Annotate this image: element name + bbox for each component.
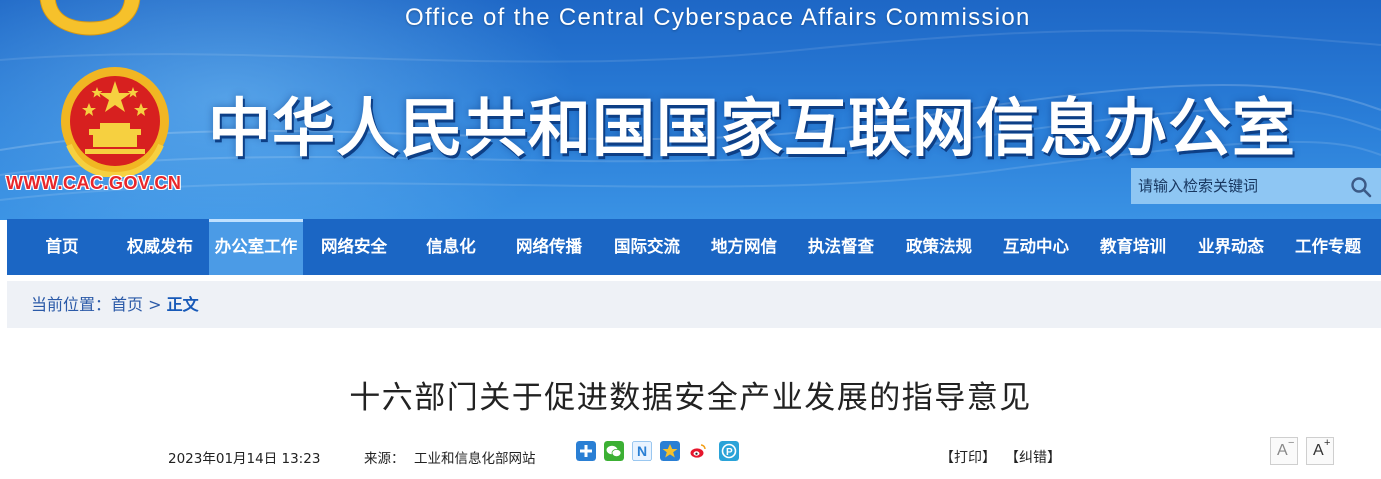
nav-item-authoritative-release[interactable]: 权威发布 (117, 219, 203, 275)
nav-item-office-work[interactable]: 办公室工作 (209, 219, 303, 275)
font-increase-button[interactable]: A + (1306, 437, 1334, 465)
qzone-icon[interactable] (660, 441, 680, 461)
article-source: 工业和信息化部网站 (414, 451, 536, 467)
emblem-top-icon (40, 0, 140, 36)
source-label: 来源： (364, 451, 405, 467)
nav-item-network-communication[interactable]: 网络传播 (506, 219, 592, 275)
nav-item-law-enforcement[interactable]: 执法督查 (798, 219, 884, 275)
search-box (1131, 168, 1381, 204)
nav-item-local-cyberspace[interactable]: 地方网信 (701, 219, 787, 275)
nav-item-policies-regulations[interactable]: 政策法规 (896, 219, 982, 275)
breadcrumb-bar: 当前位置：首页 > 正文 (7, 281, 1381, 328)
nav-item-education-training[interactable]: 教育培训 (1090, 219, 1176, 275)
nav-item-home[interactable]: 首页 (27, 219, 97, 275)
p-icon[interactable]: P (719, 441, 739, 461)
n-icon[interactable]: N (632, 441, 652, 461)
site-url[interactable]: WWW.CAC.GOV.CN (6, 173, 181, 194)
share-plus-icon[interactable] (576, 441, 596, 461)
breadcrumb-separator: > (148, 295, 162, 314)
nav-item-international-exchange[interactable]: 国际交流 (604, 219, 690, 275)
correction-link[interactable]: 【纠错】 (1005, 447, 1061, 467)
breadcrumb-prefix: 当前位置： (31, 295, 112, 314)
national-emblem-icon (61, 67, 169, 177)
svg-text:N: N (637, 443, 647, 459)
search-input[interactable] (1131, 168, 1341, 204)
breadcrumb: 当前位置：首页 > 正文 (31, 281, 199, 328)
font-decrease-button[interactable]: A − (1270, 437, 1298, 465)
breadcrumb-current: 正文 (166, 295, 199, 314)
search-icon[interactable] (1350, 176, 1372, 198)
font-decrease-label: A (1277, 442, 1288, 459)
nav-item-network-security[interactable]: 网络安全 (311, 219, 397, 275)
print-link[interactable]: 【打印】 (940, 447, 996, 467)
nav-item-work-topics[interactable]: 工作专题 (1285, 219, 1371, 275)
article-title: 十六部门关于促进数据安全产业发展的指导意见 (349, 380, 1032, 416)
main-nav: 首页 权威发布 办公室工作 网络安全 信息化 网络传播 国际交流 地方网信 执法… (7, 219, 1381, 275)
article-datetime: 2023年01月14日 13:23 (168, 451, 321, 467)
chinese-site-title: 中华人民共和国国家互联网信息办公室 (208, 92, 1296, 165)
nav-item-interaction-center[interactable]: 互动中心 (993, 219, 1079, 275)
nav-item-industry-news[interactable]: 业界动态 (1188, 219, 1274, 275)
font-increase-label: A (1313, 442, 1324, 459)
minus-icon: − (1288, 437, 1295, 449)
english-site-title: Office of the Central Cyberspace Affairs… (405, 4, 1031, 31)
wechat-icon[interactable] (604, 441, 624, 461)
breadcrumb-home-link[interactable]: 首页 (111, 295, 143, 314)
nav-item-informatization[interactable]: 信息化 (411, 219, 491, 275)
weibo-icon[interactable] (688, 441, 708, 461)
svg-text:P: P (726, 447, 733, 458)
plus-icon: + (1324, 437, 1331, 449)
